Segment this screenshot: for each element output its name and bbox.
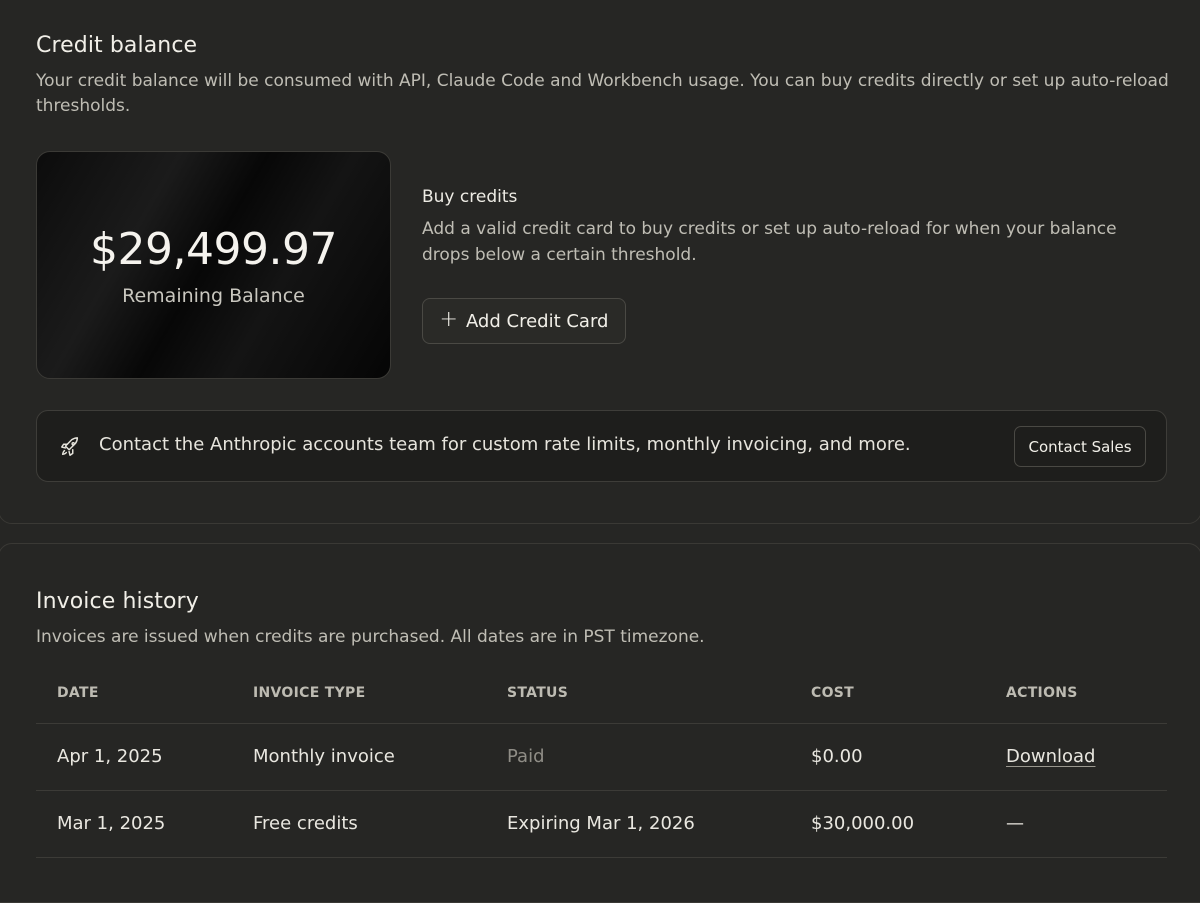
contact-sales-text: Contact the Anthropic accounts team for … xyxy=(99,434,911,455)
balance-label: Remaining Balance xyxy=(122,284,305,307)
rocket-icon xyxy=(61,437,79,456)
buy-credits-title: Buy credits xyxy=(422,187,518,207)
plus-icon: + xyxy=(439,307,458,332)
invoice-table: DATE INVOICE TYPE STATUS COST ACTIONS Ap… xyxy=(36,665,1167,858)
invoice-action-none: — xyxy=(1006,813,1024,834)
invoice-date: Apr 1, 2025 xyxy=(57,746,163,767)
invoice-status: Expiring Mar 1, 2026 xyxy=(507,813,695,834)
invoice-history-description: Invoices are issued when credits are pur… xyxy=(36,627,705,647)
table-row: Apr 1, 2025 Monthly invoice Paid $0.00 D… xyxy=(36,724,1167,791)
invoice-history-title: Invoice history xyxy=(36,589,199,614)
column-header-actions: ACTIONS xyxy=(1006,685,1078,701)
contact-sales-button[interactable]: Contact Sales xyxy=(1014,426,1146,467)
column-header-invoice-type: INVOICE TYPE xyxy=(253,685,366,701)
column-header-date: DATE xyxy=(57,685,99,701)
credit-balance-description: Your credit balance will be consumed wit… xyxy=(36,71,1169,116)
invoice-status: Paid xyxy=(507,746,545,767)
table-header: DATE INVOICE TYPE STATUS COST ACTIONS xyxy=(36,665,1167,724)
contact-sales-banner: Contact the Anthropic accounts team for … xyxy=(36,410,1167,482)
table-row: Mar 1, 2025 Free credits Expiring Mar 1,… xyxy=(36,791,1167,858)
invoice-type: Monthly invoice xyxy=(253,746,395,767)
invoice-cost: $30,000.00 xyxy=(811,813,915,834)
column-header-status: STATUS xyxy=(507,685,569,701)
download-invoice-link[interactable]: Download xyxy=(1006,746,1095,767)
add-credit-card-button[interactable]: + Add Credit Card xyxy=(422,298,626,344)
invoice-cost: $0.00 xyxy=(811,746,863,767)
add-credit-card-label: Add Credit Card xyxy=(465,310,609,332)
invoice-date: Mar 1, 2025 xyxy=(57,813,166,834)
balance-amount: $29,499.97 xyxy=(90,223,337,275)
balance-card: $29,499.97 Remaining Balance xyxy=(36,151,391,379)
column-header-cost: COST xyxy=(811,685,855,701)
invoice-type: Free credits xyxy=(253,813,358,834)
credit-balance-title: Credit balance xyxy=(36,33,198,58)
buy-credits-description: Add a valid credit card to buy credits o… xyxy=(422,219,1117,265)
